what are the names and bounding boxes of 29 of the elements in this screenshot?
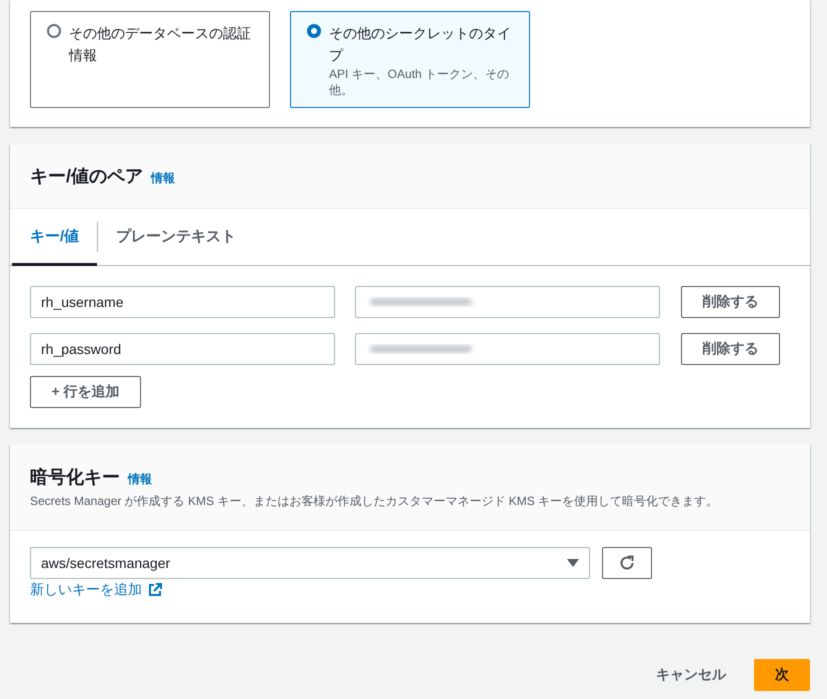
key-select[interactable]: aws/secretsmanager	[30, 547, 590, 579]
value-field[interactable]	[355, 333, 660, 365]
delete-button[interactable]: 削除する	[681, 333, 780, 365]
refresh-icon	[619, 555, 635, 571]
info-link[interactable]: 情報	[151, 171, 176, 185]
next-button[interactable]: 次	[754, 659, 810, 691]
section-description: Secrets Manager が作成する KMS キー、またはお客様が作成したカスタマーマネージド KMS キーを使用して暗号化できます。	[30, 493, 720, 510]
option-label: その他のデータベースの認証情報	[69, 24, 252, 65]
option-description: API キー、OAuth トークン、その他。	[329, 66, 510, 98]
add-key-link[interactable]: 新しいキーを追加	[30, 581, 162, 599]
info-link[interactable]: 情報	[128, 472, 152, 486]
value-field[interactable]	[355, 286, 660, 318]
caret-icon	[567, 559, 579, 567]
radio-button[interactable]	[307, 24, 321, 38]
add-row-button[interactable]: + 行を追加	[30, 376, 141, 408]
delete-button[interactable]: 削除する	[681, 286, 780, 318]
radio-tile[interactable]: その他のデータベースの認証情報	[30, 11, 270, 108]
cancel-button[interactable]: キャンセル	[656, 666, 726, 684]
tab[interactable]: プレーンテキスト	[98, 209, 254, 266]
radio-button[interactable]	[47, 24, 61, 38]
refresh-button[interactable]	[602, 547, 652, 579]
radio-tile[interactable]: その他のシークレットのタイプ API キー、OAuth トークン、その他。	[290, 11, 530, 108]
select-value: aws/secretsmanager	[41, 555, 170, 571]
key-field[interactable]: rh_password	[30, 333, 335, 365]
external-link-icon	[148, 583, 162, 597]
section-title: 暗号化キー	[30, 467, 120, 487]
key-field[interactable]: rh_username	[30, 286, 335, 318]
section-title: キー/値のペア	[30, 166, 144, 186]
option-label: その他のシークレットのタイプ	[329, 24, 512, 65]
